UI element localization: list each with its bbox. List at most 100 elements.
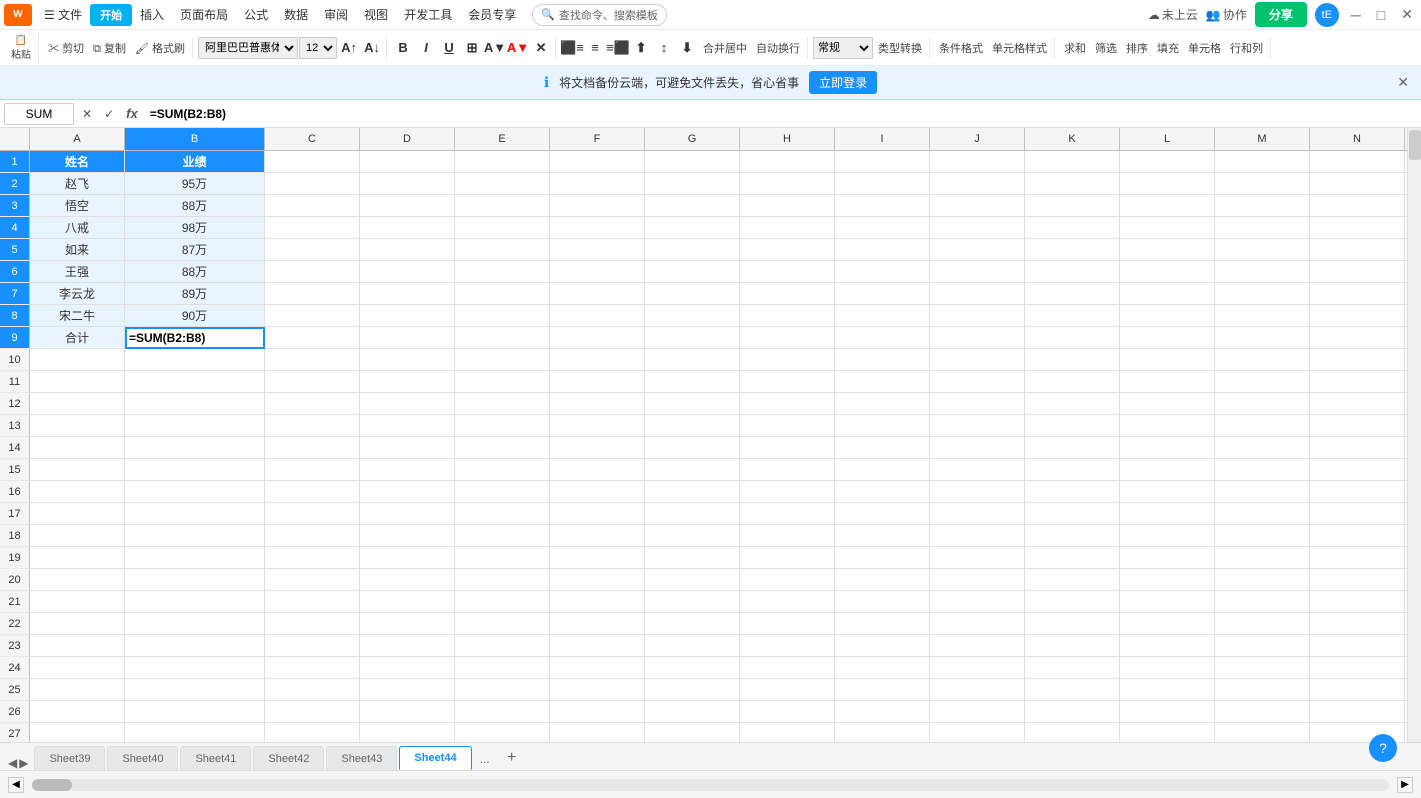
cell-L6[interactable] [1120,261,1215,283]
clear-format-button[interactable]: ✕ [530,37,552,59]
cell-F19[interactable] [550,547,645,569]
cell-B14[interactable] [125,437,265,459]
row-num-13[interactable]: 13 [0,415,30,437]
cell-B17[interactable] [125,503,265,525]
cell-D19[interactable] [360,547,455,569]
font-color-button[interactable]: A▼ [507,37,529,59]
row-num-17[interactable]: 17 [0,503,30,525]
cell-F1[interactable] [550,151,645,173]
cell-J4[interactable] [930,217,1025,239]
cell-H22[interactable] [740,613,835,635]
sheet-tab-39[interactable]: Sheet39 [34,746,105,770]
cell-C21[interactable] [265,591,360,613]
cell-B6[interactable]: 88万 [125,261,265,283]
cell-N17[interactable] [1310,503,1405,525]
cell-M7[interactable] [1215,283,1310,305]
cell-J9[interactable] [930,327,1025,349]
row-num-11[interactable]: 11 [0,371,30,393]
cell-M22[interactable] [1215,613,1310,635]
cell-K11[interactable] [1025,371,1120,393]
cell-F10[interactable] [550,349,645,371]
sheet-scroll-left[interactable]: ◀ [8,756,17,770]
cell-N5[interactable] [1310,239,1405,261]
cell-A5[interactable]: 如来 [30,239,125,261]
cell-H7[interactable] [740,283,835,305]
cell-J23[interactable] [930,635,1025,657]
cell-G23[interactable] [645,635,740,657]
cell-L18[interactable] [1120,525,1215,547]
cell-F23[interactable] [550,635,645,657]
cell-M23[interactable] [1215,635,1310,657]
cell-M9[interactable] [1215,327,1310,349]
win-close[interactable]: ✕ [1397,6,1417,23]
cell-D12[interactable] [360,393,455,415]
cell-I20[interactable] [835,569,930,591]
cell-N1[interactable] [1310,151,1405,173]
col-header-J[interactable]: J [930,128,1025,150]
cell-D3[interactable] [360,195,455,217]
cell-C9[interactable] [265,327,360,349]
menu-review[interactable]: 审阅 [316,2,356,27]
cell-N2[interactable] [1310,173,1405,195]
cell-A26[interactable] [30,701,125,723]
hscroll-thumb[interactable] [32,779,72,791]
cell-B21[interactable] [125,591,265,613]
cell-M5[interactable] [1215,239,1310,261]
cell-A16[interactable] [30,481,125,503]
cell-G16[interactable] [645,481,740,503]
sheet-tab-42[interactable]: Sheet42 [253,746,324,770]
cell-L4[interactable] [1120,217,1215,239]
cell-N12[interactable] [1310,393,1405,415]
cell-N24[interactable] [1310,657,1405,679]
cell-B1[interactable]: 业绩 [125,151,265,173]
cell-D23[interactable] [360,635,455,657]
cell-C16[interactable] [265,481,360,503]
cell-A8[interactable]: 宋二牛 [30,305,125,327]
menu-dev[interactable]: 开发工具 [396,2,460,27]
cell-C17[interactable] [265,503,360,525]
cell-L16[interactable] [1120,481,1215,503]
cell-C24[interactable] [265,657,360,679]
cell-A13[interactable] [30,415,125,437]
sheet-tab-43[interactable]: Sheet43 [326,746,397,770]
cell-A14[interactable] [30,437,125,459]
cell-G1[interactable] [645,151,740,173]
cell-A2[interactable]: 赵飞 [30,173,125,195]
cell-J10[interactable] [930,349,1025,371]
cell-E6[interactable] [455,261,550,283]
cell-H26[interactable] [740,701,835,723]
cell-N8[interactable] [1310,305,1405,327]
cell-H19[interactable] [740,547,835,569]
cell-K9[interactable] [1025,327,1120,349]
cell-I13[interactable] [835,415,930,437]
cell-A15[interactable] [30,459,125,481]
cell-I22[interactable] [835,613,930,635]
vscroll-thumb[interactable] [1409,130,1421,160]
cell-G18[interactable] [645,525,740,547]
cell-M8[interactable] [1215,305,1310,327]
cell-L11[interactable] [1120,371,1215,393]
row-num-27[interactable]: 27 [0,723,30,742]
cell-B11[interactable] [125,371,265,393]
cell-N3[interactable] [1310,195,1405,217]
cell-D11[interactable] [360,371,455,393]
cell-B8[interactable]: 90万 [125,305,265,327]
cell-I10[interactable] [835,349,930,371]
cell-D5[interactable] [360,239,455,261]
cell-I16[interactable] [835,481,930,503]
cell-K10[interactable] [1025,349,1120,371]
cell-I11[interactable] [835,371,930,393]
cell-K23[interactable] [1025,635,1120,657]
cell-button[interactable]: 单元格 [1184,38,1225,58]
cell-M21[interactable] [1215,591,1310,613]
cell-N11[interactable] [1310,371,1405,393]
cell-J27[interactable] [930,723,1025,742]
cell-H8[interactable] [740,305,835,327]
cell-G13[interactable] [645,415,740,437]
cell-F15[interactable] [550,459,645,481]
cell-E8[interactable] [455,305,550,327]
cell-J25[interactable] [930,679,1025,701]
menu-view[interactable]: 视图 [356,2,396,27]
cell-E16[interactable] [455,481,550,503]
menu-formula[interactable]: 公式 [236,2,276,27]
